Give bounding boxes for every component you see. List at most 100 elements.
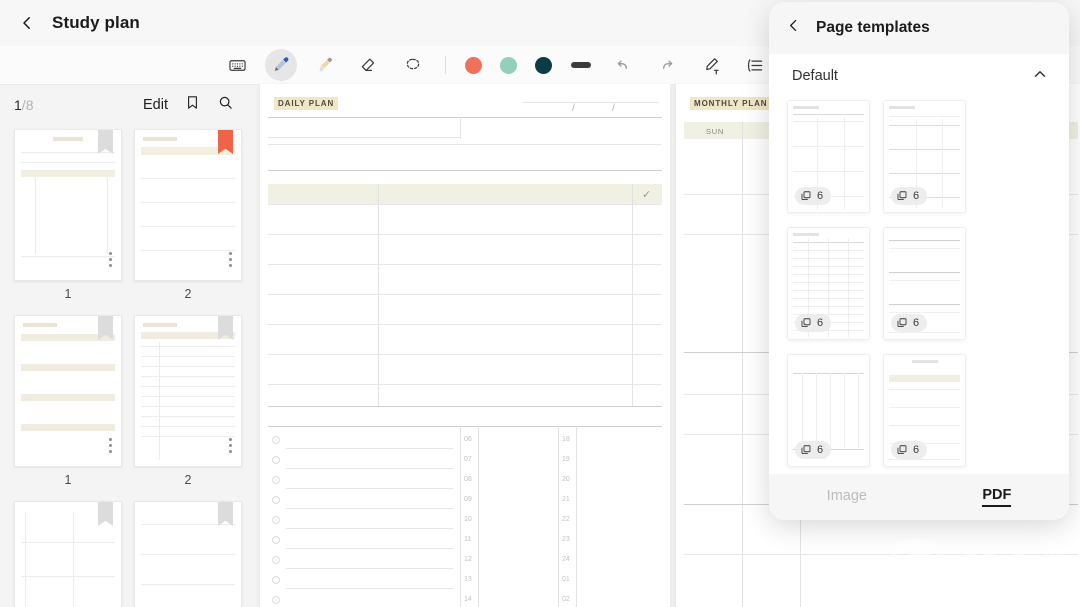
color-swatch-mint[interactable] bbox=[500, 57, 517, 74]
thumbnail-more-menu[interactable] bbox=[229, 438, 232, 456]
pen-to-text-icon[interactable] bbox=[695, 49, 727, 81]
thumbnail-label: 2 bbox=[134, 287, 242, 301]
task-table-header bbox=[268, 184, 662, 204]
thumbnail-cell[interactable]: 2 bbox=[134, 315, 242, 487]
panel-header: Page templates bbox=[769, 2, 1069, 54]
color-swatch-navy[interactable] bbox=[535, 57, 552, 74]
template-count: 6 bbox=[817, 190, 823, 202]
bookmark-ribbon[interactable] bbox=[98, 130, 113, 154]
document-page-left[interactable]: DAILY PLAN / / ✓ bbox=[260, 84, 670, 607]
hour-label: 08 bbox=[464, 476, 472, 483]
thumbnail-more-menu[interactable] bbox=[229, 252, 232, 270]
thumbnail-cell[interactable] bbox=[14, 501, 122, 607]
table-check-icon: ✓ bbox=[642, 188, 651, 201]
search-icon[interactable] bbox=[217, 94, 234, 116]
back-icon[interactable] bbox=[18, 14, 36, 32]
thumbnail-cell[interactable]: 2 bbox=[134, 129, 242, 301]
hour-label: 02 bbox=[562, 596, 570, 603]
panel-footer-tabs: Image PDF bbox=[769, 474, 1069, 520]
page-thumbnail[interactable] bbox=[134, 501, 242, 607]
template-page-count-badge: 6 bbox=[891, 441, 927, 459]
template-section-default[interactable]: Default bbox=[769, 54, 1069, 98]
panel-title: Page templates bbox=[816, 19, 930, 37]
tab-pdf[interactable]: PDF bbox=[982, 487, 1011, 507]
bookmark-icon[interactable] bbox=[184, 94, 201, 116]
chevron-up-icon[interactable] bbox=[1031, 65, 1049, 88]
text-align-icon[interactable] bbox=[739, 49, 771, 81]
undo-icon[interactable] bbox=[607, 49, 639, 81]
page-thumbnail[interactable] bbox=[134, 315, 242, 467]
stroke-thickness[interactable] bbox=[571, 62, 591, 68]
edit-button[interactable]: Edit bbox=[143, 97, 168, 113]
hour-label: 21 bbox=[562, 496, 570, 503]
copy-pages-icon bbox=[800, 444, 812, 456]
copy-pages-icon bbox=[896, 317, 908, 329]
template-count: 6 bbox=[913, 317, 919, 329]
app-root: Study plan bbox=[0, 0, 1080, 607]
template-scroll-area[interactable]: 6 bbox=[769, 98, 1069, 520]
template-count: 6 bbox=[913, 190, 919, 202]
page-thumbnail[interactable] bbox=[14, 129, 122, 281]
template-page-count-badge: 6 bbox=[795, 314, 831, 332]
thumbnail-label: 1 bbox=[14, 473, 122, 487]
template-count: 6 bbox=[817, 444, 823, 456]
hour-label: 13 bbox=[464, 576, 472, 583]
template-page-count-badge: 6 bbox=[891, 314, 927, 332]
bookmark-ribbon[interactable] bbox=[218, 502, 233, 526]
template-lined-notes[interactable]: 6 bbox=[787, 227, 870, 340]
thumbnail-grid: 1 2 bbox=[0, 125, 256, 607]
lasso-select-icon[interactable] bbox=[397, 49, 429, 81]
date-slash: / bbox=[612, 103, 615, 114]
thumbnail-label: 2 bbox=[134, 473, 242, 487]
template-monthly-grid[interactable]: 6 bbox=[787, 100, 870, 213]
page-thumbnail[interactable] bbox=[14, 315, 122, 467]
redo-icon[interactable] bbox=[651, 49, 683, 81]
eraser-icon[interactable] bbox=[353, 49, 385, 81]
hour-label: 18 bbox=[562, 436, 570, 443]
template-page-count-badge: 6 bbox=[795, 441, 831, 459]
thumbnail-more-menu[interactable] bbox=[109, 252, 112, 270]
thumbnail-more-menu[interactable] bbox=[109, 438, 112, 456]
highlighter-icon[interactable] bbox=[309, 49, 341, 81]
hour-label: 20 bbox=[562, 476, 570, 483]
keyboard-icon[interactable] bbox=[221, 49, 253, 81]
pen-icon[interactable] bbox=[265, 49, 297, 81]
template-page-count-badge: 6 bbox=[891, 187, 927, 205]
copy-pages-icon bbox=[800, 317, 812, 329]
color-swatch-coral[interactable] bbox=[465, 57, 482, 74]
toolbar-divider bbox=[445, 56, 446, 74]
template-weekly-blocks[interactable]: 6 bbox=[883, 100, 966, 213]
thumbnail-cell[interactable]: 1 bbox=[14, 129, 122, 301]
hour-label: 07 bbox=[464, 456, 472, 463]
hour-label: 22 bbox=[562, 516, 570, 523]
page-thumbnail[interactable] bbox=[134, 129, 242, 281]
template-daily-band[interactable]: 6 bbox=[883, 354, 966, 467]
hour-label: 14 bbox=[464, 596, 472, 603]
copy-pages-icon bbox=[896, 444, 908, 456]
thumbnail-cell[interactable] bbox=[134, 501, 242, 607]
template-page-count-badge: 6 bbox=[795, 187, 831, 205]
hour-label: 24 bbox=[562, 556, 570, 563]
page-templates-panel[interactable]: Page templates Default bbox=[769, 2, 1069, 520]
hour-label: 06 bbox=[464, 436, 472, 443]
copy-pages-icon bbox=[800, 190, 812, 202]
page-thumbnail[interactable] bbox=[14, 501, 122, 607]
template-count: 6 bbox=[817, 317, 823, 329]
template-split-sections[interactable]: 6 bbox=[883, 227, 966, 340]
template-day-columns[interactable]: 6 bbox=[787, 354, 870, 467]
page-counter-total: 8 bbox=[26, 97, 34, 113]
date-slash: / bbox=[572, 103, 575, 114]
weekday-label: SUN bbox=[706, 127, 724, 136]
hour-label: 23 bbox=[562, 536, 570, 543]
panel-back-icon[interactable] bbox=[785, 17, 802, 39]
page-title: Study plan bbox=[52, 13, 140, 33]
template-count: 6 bbox=[913, 444, 919, 456]
hour-label: 09 bbox=[464, 496, 472, 503]
copy-pages-icon bbox=[896, 190, 908, 202]
hour-label: 11 bbox=[464, 536, 471, 543]
bookmark-ribbon[interactable] bbox=[98, 502, 113, 526]
hour-label: 10 bbox=[464, 516, 472, 523]
page-counter-current: 1 bbox=[14, 97, 22, 113]
thumbnail-cell[interactable]: 1 bbox=[14, 315, 122, 487]
tab-image[interactable]: Image bbox=[827, 488, 867, 506]
